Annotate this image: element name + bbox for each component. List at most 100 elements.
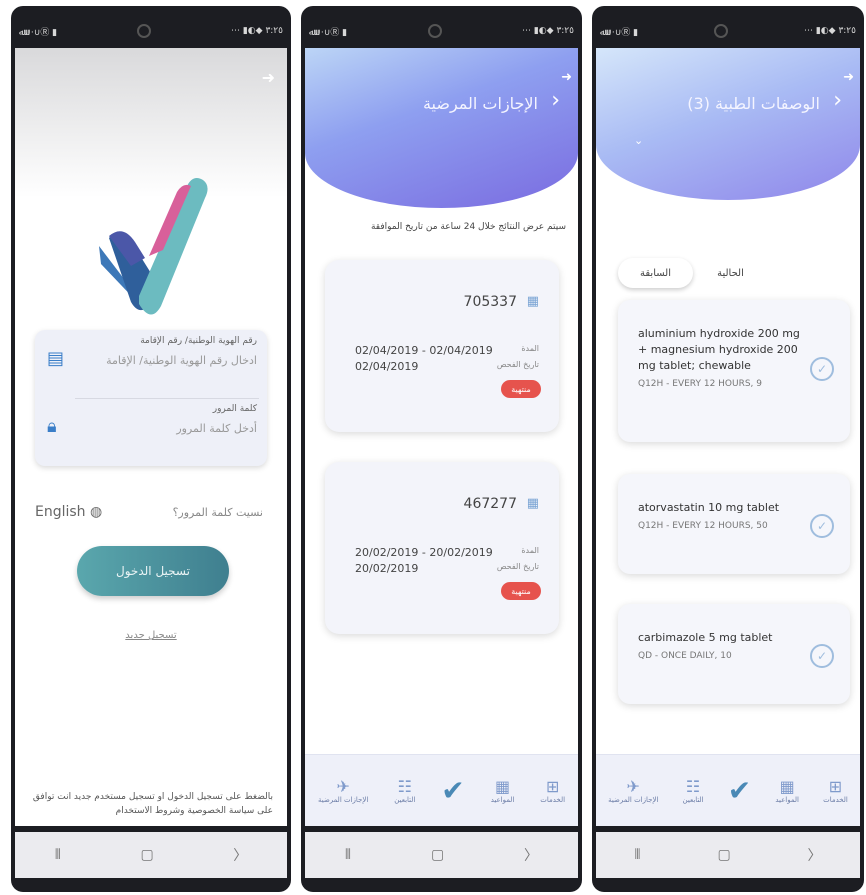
grid-icon: ⊞ [545, 777, 560, 796]
login-screen: ➜ ▤ رقم الهوية الوطنية/ رقم الإقامة ادخا… [15, 48, 287, 826]
document-icon: ▦ [526, 496, 539, 511]
password-label: كلمة المرور [212, 404, 257, 414]
chevron-right-icon[interactable]: › [551, 88, 560, 113]
status-left: ﷲ∪·∪Ⓡ ▮ [600, 27, 639, 38]
status-bar: ﷲ∪·∪Ⓡ ▮ ⋯ ▮◐◆ ٣:٢٥ [309, 16, 574, 46]
tab-home[interactable]: ✔ [728, 774, 751, 807]
back-icon[interactable]: 〉 [808, 845, 822, 865]
leave-card[interactable]: 467277 ▦ 20/02/2019 - 20/02/2019 20/02/2… [325, 462, 559, 634]
login-form-card: ▤ رقم الهوية الوطنية/ رقم الإقامة ادخال … [35, 330, 267, 466]
exam-date-label: تاريخ الفحص [496, 360, 539, 369]
home-icon[interactable]: ▢ [140, 847, 153, 863]
id-field[interactable]: ▤ رقم الهوية الوطنية/ رقم الإقامة ادخال … [35, 330, 267, 398]
sick-leave-screen: ➜ › الإجازات المرضية سيتم عرض النتائج خل… [305, 48, 578, 826]
chevron-right-icon[interactable]: › [833, 88, 842, 113]
tab-label: التابعين [394, 796, 416, 804]
duration-label: المدة [521, 546, 539, 555]
header-wave [305, 48, 578, 208]
status-right: ⋯ ▮◐◆ ٣:٢٥ [230, 26, 283, 36]
login-button[interactable]: تسجيل الدخول [77, 546, 229, 596]
leave-date: 20/02/2019 [355, 562, 419, 575]
recents-icon[interactable]: ⦀ [634, 847, 640, 863]
tab-label: الخدمات [823, 796, 848, 804]
prescription-card[interactable]: atorvastatin 10 mg tablet Q12H - EVERY 1… [618, 474, 850, 574]
back-arrow-icon[interactable]: ➜ [262, 68, 275, 87]
tab-family[interactable]: ☷ التابعين [394, 777, 415, 804]
recents-icon[interactable]: ⦀ [345, 847, 351, 863]
tab-current[interactable]: الحالية [693, 258, 768, 288]
prescription-card[interactable]: aluminium hydroxide 200 mg + magnesium h… [618, 300, 850, 442]
drug-dose: Q12H - EVERY 12 HOURS, 50 [638, 521, 768, 531]
leave-range: 20/02/2019 - 20/02/2019 [355, 546, 493, 559]
tab-sick-leave[interactable]: ✈ الإجازات المرضية [608, 777, 658, 804]
drug-name: carbimazole 5 mg tablet [638, 631, 773, 644]
register-link[interactable]: تسجيل جديد [15, 630, 287, 641]
back-arrow-icon[interactable]: ➜ [843, 70, 854, 85]
tab-label: المواعيد [490, 796, 515, 804]
language-toggle[interactable]: English ◍ [35, 504, 102, 520]
home-icon[interactable]: ▢ [717, 847, 730, 863]
tab-sick-leave[interactable]: ✈ الإجازات المرضية [318, 777, 368, 804]
leave-number: 705337 [463, 294, 517, 310]
leave-card[interactable]: 705337 ▦ 02/04/2019 - 02/04/2019 02/04/2… [325, 260, 559, 432]
phone-sick-leave: ﷲ∪·∪Ⓡ ▮ ⋯ ▮◐◆ ٣:٢٥ ➜ › الإجازات المرضية … [301, 6, 582, 892]
drug-dose: QD - ONCE DAILY, 10 [638, 651, 732, 661]
status-bar: ﷲ∪·∪Ⓡ ▮ ⋯ ▮◐◆ ٣:٢٥ [19, 16, 283, 46]
id-input[interactable]: ادخال رقم الهوية الوطنية/ الإقامة [79, 354, 257, 367]
status-badge: منتهية [501, 380, 541, 398]
check-circle-icon[interactable]: ✓ [810, 514, 834, 538]
camera-icon [714, 24, 729, 38]
prescription-card[interactable]: carbimazole 5 mg tablet QD - ONCE DAILY,… [618, 604, 850, 704]
page-title: (3) الوصفات الطبية [687, 94, 820, 113]
tab-services[interactable]: ⊞ الخدمات [823, 777, 848, 804]
forgot-password-link[interactable]: نسيت كلمة المرور؟ [173, 506, 263, 519]
chevron-down-icon[interactable]: ⌄ [634, 134, 643, 147]
tab-family[interactable]: ☷ التابعين [683, 777, 704, 804]
tab-label: الإجازات المرضية [608, 796, 659, 804]
family-icon: ☷ [685, 777, 701, 796]
back-icon[interactable]: 〉 [524, 845, 538, 865]
system-nav: ⦀ ▢ 〉 [15, 832, 287, 878]
document-icon: ▦ [526, 294, 539, 309]
status-right: ⋯ ▮◐◆ ٣:٢٥ [803, 26, 856, 36]
leave-number: 467277 [463, 496, 517, 512]
tab-previous[interactable]: السابقة [618, 258, 693, 288]
system-nav: ⦀ ▢ 〉 [305, 832, 578, 878]
id-card-icon: ▤ [47, 348, 65, 369]
calendar-icon: ▦ [779, 777, 795, 796]
exam-date-label: تاريخ الفحص [496, 562, 539, 571]
drug-name: atorvastatin 10 mg tablet [638, 501, 780, 514]
recents-icon[interactable]: ⦀ [55, 847, 61, 863]
status-left: ﷲ∪·∪Ⓡ ▮ [309, 27, 348, 38]
tab-services[interactable]: ⊞ الخدمات [540, 777, 565, 804]
duration-label: المدة [521, 344, 539, 353]
tab-label: المواعيد [775, 796, 799, 804]
home-icon[interactable]: ▢ [431, 847, 444, 863]
phone-login: ﷲ∪·∪Ⓡ ▮ ⋯ ▮◐◆ ٣:٢٥ ➜ ▤ رقم الهوية الوطني… [11, 6, 291, 892]
tab-label: الإجازات المرضية [317, 796, 369, 804]
page-title: الإجازات المرضية [422, 94, 538, 113]
password-input[interactable]: أدخل كلمة المرور [79, 422, 257, 435]
check-logo-icon: ✔ [727, 774, 752, 807]
terms-text: بالضغط على تسجيل الدخول او تسجيل مستخدم … [32, 792, 273, 816]
status-left: ﷲ∪·∪Ⓡ ▮ [19, 27, 58, 38]
tab-appointments[interactable]: ▦ المواعيد [775, 777, 799, 804]
tab-appointments[interactable]: ▦ المواعيد [491, 777, 515, 804]
drug-name: aluminium hydroxide 200 mg + magnesium h… [638, 327, 800, 372]
prescriptions-screen: ➜ › (3) الوصفات الطبية ⌄ السابقة الحالية… [596, 48, 860, 826]
id-label: رقم الهوية الوطنية/ رقم الإقامة [140, 336, 257, 346]
back-arrow-icon[interactable]: ➜ [561, 70, 572, 85]
tab-home[interactable]: ✔ [441, 774, 464, 807]
lock-icon: 🔒︎ [47, 416, 57, 437]
check-circle-icon[interactable]: ✓ [810, 644, 834, 668]
bottom-tab-bar: ✈ الإجازات المرضية ☷ التابعين ✔ ▦ المواع… [305, 754, 578, 826]
back-icon[interactable]: 〉 [233, 845, 247, 865]
tab-label: التابعين [682, 796, 704, 804]
app-logo [99, 178, 208, 315]
tab-label: الخدمات [540, 796, 566, 804]
system-nav: ⦀ ▢ 〉 [596, 832, 860, 878]
plane-icon: ✈ [336, 777, 350, 796]
header-wave [596, 48, 860, 200]
check-circle-icon[interactable]: ✓ [810, 356, 834, 381]
password-field[interactable]: 🔒︎ كلمة المرور أدخل كلمة المرور [35, 398, 267, 466]
